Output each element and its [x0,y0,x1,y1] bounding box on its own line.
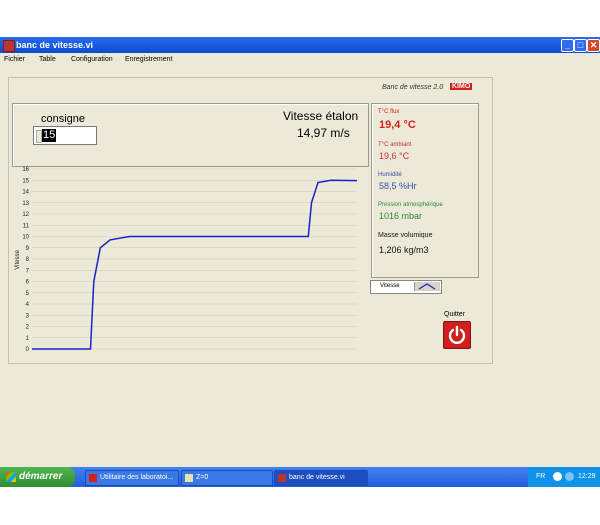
y-tick-label: 7 [26,268,30,274]
kimo-app-icon [89,474,97,482]
consigne-input[interactable]: 15 [33,126,97,145]
taskbar-item-label: Z=0 [196,474,209,481]
minimize-button[interactable]: _ [561,39,574,52]
speed-chart-svg: 012345678910111213141516 Vitesse [15,167,358,353]
y-axis-label: Vitesse [15,250,21,270]
menu-fichier[interactable]: Fichier [4,56,25,63]
menu-configuration[interactable]: Configuration [71,56,113,63]
consigne-value[interactable]: 15 [42,129,57,142]
y-tick-label: 10 [22,235,29,241]
masse-label: Masse volumique [378,232,433,239]
window-title: banc de vitesse.vi [16,40,94,50]
y-tick-label: 6 [26,280,30,286]
windows-logo-icon [6,472,16,482]
tambiant-value: 19,6 °C [379,151,410,161]
quit-label: Quitter [444,311,466,318]
quit-button[interactable] [443,321,471,349]
etalon-value: 14,97 m/s [297,126,350,140]
pression-label: Pression atmosphérique [378,202,443,208]
menu-enregistrement[interactable]: Enregistrement [125,56,172,63]
y-tick-label: 2 [26,325,30,331]
close-button[interactable]: ✕ [587,39,600,52]
labview-icon [278,474,286,482]
selector-label: Vitesse [380,283,400,289]
app-icon [3,40,15,52]
y-tick-label: 4 [26,302,30,308]
y-tick-label: 13 [22,201,29,207]
network-icon [553,472,562,481]
y-tick-label: 1 [26,336,30,342]
taskbar: démarrer Utilitaire des laboratoi... Z=0… [0,467,600,487]
y-tick-label: 5 [26,291,30,297]
tflux-value: 19,4 °C [379,119,416,131]
y-tick-label: 12 [22,212,29,218]
humidite-label: Humidité [378,172,402,178]
y-tick-label: 14 [22,190,29,196]
title-bar: banc de vitesse.vi _ □ ✕ [0,37,600,53]
taskbar-item-banc[interactable]: banc de vitesse.vi [274,470,368,486]
start-label: démarrer [19,471,63,482]
taskbar-item-z0[interactable]: Z=0 [181,470,273,486]
speed-chart: 0 1 2 3 4 5 6 7 8 9 10 11 12 13 14 15 16 Vitesse [12,165,367,355]
consigne-label: consigne [41,113,86,125]
y-tick-label: 11 [23,223,30,229]
app-icon [185,474,193,482]
brand-text: Banc de vitesse 2.0 [382,84,444,91]
taskbar-item-utilitaire[interactable]: Utilitaire des laboratoi... [85,470,179,486]
masse-value: 1,206 kg/m3 [379,245,429,255]
tambiant-label: T°C ambiant [378,142,412,148]
y-tick-label: 15 [22,178,29,184]
selector-button[interactable] [414,282,440,291]
taskbar-item-label: Utilitaire des laboratoi... [100,474,174,481]
maximize-button[interactable]: □ [574,39,587,52]
y-tick-label: 8 [26,257,30,263]
clock: 12:29 [578,473,596,480]
taskbar-item-label: banc de vitesse.vi [289,474,345,481]
y-tick-label: 3 [26,313,30,319]
volume-icon [565,472,574,481]
kimo-logo: KIMO [450,83,473,90]
sensor-box: T°C flux 19,4 °C T°C ambiant 19,6 °C Hum… [371,103,479,278]
desktop-bottom [0,487,600,525]
tflux-label: T°C flux [378,109,400,115]
y-tick-label: 0 [26,347,30,353]
humidite-value: 58,5 %Hr [379,181,417,191]
menu-table[interactable]: Table [39,56,56,63]
etalon-label: Vitesse étalon [283,109,359,123]
pression-value: 1016 mbar [379,211,423,221]
chevron-up-icon [418,283,436,290]
y-tick-label: 9 [26,246,30,252]
language-indicator[interactable]: FR [536,473,545,480]
series-line [32,179,358,350]
display-selector[interactable]: Vitesse [370,280,442,294]
menu-bar: Fichier Table Configuration Enregistreme… [0,53,600,68]
y-tick-label: 16 [22,167,29,173]
power-icon [448,325,466,344]
start-button[interactable]: démarrer [0,467,75,487]
